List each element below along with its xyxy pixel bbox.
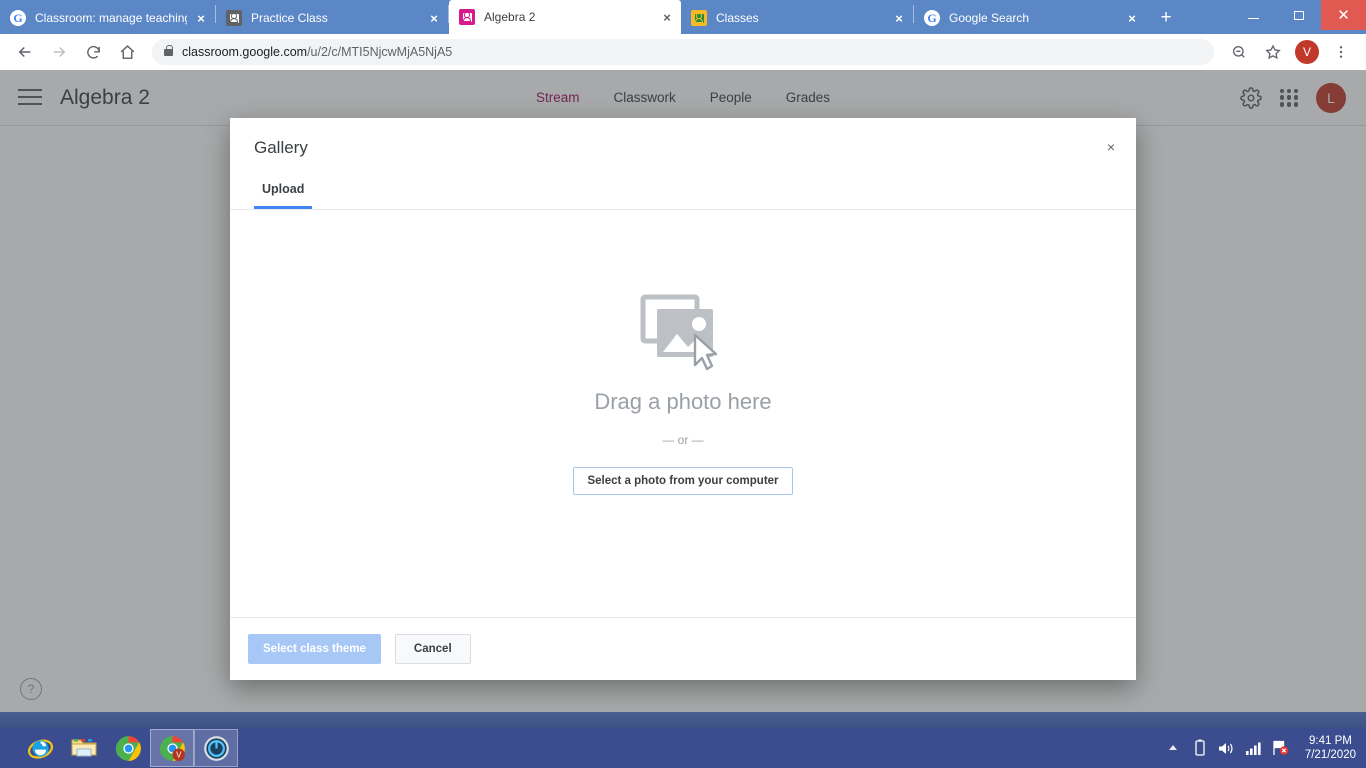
url-host: classroom.google.com: [182, 45, 308, 59]
battery-icon[interactable]: [1191, 739, 1209, 757]
forward-icon[interactable]: [45, 38, 73, 66]
desktop-background: [0, 712, 1366, 728]
dialog-tabs: Upload: [254, 182, 1112, 209]
clock-time: 9:41 PM: [1309, 734, 1352, 747]
tab-title: Classes: [716, 11, 759, 25]
windows-taskbar: V 9:41 PM 7/21/2020: [0, 728, 1366, 768]
browser-tab-4[interactable]: G Google Search ×: [914, 2, 1146, 34]
lock-icon: [164, 44, 173, 56]
drag-photo-text: Drag a photo here: [594, 388, 772, 414]
dialog-title: Gallery: [254, 138, 308, 157]
or-separator-text: — or —: [662, 432, 704, 447]
zoom-out-icon[interactable]: [1225, 38, 1253, 66]
close-icon[interactable]: ×: [1100, 136, 1122, 158]
address-bar[interactable]: classroom.google.com/u/2/c/MTI5NjcwMjA5N…: [152, 39, 1214, 65]
star-icon[interactable]: [1259, 38, 1287, 66]
dialog-footer: Select class theme Cancel: [230, 618, 1136, 680]
tab-close-icon[interactable]: ×: [657, 7, 677, 27]
taskbar-internet-explorer-icon[interactable]: [18, 729, 62, 767]
classroom-yellow-icon: [691, 10, 707, 26]
tab-upload[interactable]: Upload: [254, 182, 313, 209]
tab-close-icon[interactable]: ×: [889, 8, 909, 28]
browser-window: G Classroom: manage teaching an × Practi…: [0, 0, 1366, 712]
browser-tab-strip: G Classroom: manage teaching an × Practi…: [0, 0, 1366, 34]
browser-tab-0[interactable]: G Classroom: manage teaching an ×: [0, 2, 215, 34]
tab-title: Practice Class: [251, 11, 328, 25]
tab-title: Classroom: manage teaching an: [35, 11, 187, 25]
back-icon[interactable]: [11, 38, 39, 66]
taskbar-chrome-profile-v-icon[interactable]: V: [150, 729, 194, 767]
window-minimize-button[interactable]: [1231, 0, 1276, 30]
browser-tab-2-active[interactable]: Algebra 2 ×: [449, 0, 681, 34]
select-photo-button[interactable]: Select a photo from your computer: [573, 466, 793, 495]
clock-date: 7/21/2020: [1304, 749, 1356, 761]
classroom-gray-icon: [226, 10, 242, 26]
google-icon: G: [10, 10, 26, 26]
profile-avatar[interactable]: V: [1295, 40, 1319, 64]
system-tray: 9:41 PM 7/21/2020: [1164, 734, 1366, 763]
window-controls: ✕: [1231, 0, 1366, 30]
tab-title: Algebra 2: [484, 10, 536, 24]
new-tab-button[interactable]: +: [1152, 3, 1180, 31]
select-class-theme-button[interactable]: Select class theme: [248, 634, 381, 664]
signal-bars-icon[interactable]: [1245, 739, 1263, 757]
browser-tab-3[interactable]: Classes ×: [681, 2, 913, 34]
svg-text:V: V: [176, 750, 182, 759]
window-close-button[interactable]: ✕: [1321, 0, 1366, 30]
flag-error-icon[interactable]: [1272, 739, 1290, 757]
photo-library-icon: [639, 293, 727, 371]
dialog-header: Gallery × Upload: [230, 118, 1136, 209]
dialog-dropzone[interactable]: Drag a photo here — or — Select a photo …: [230, 210, 1136, 617]
tab-close-icon[interactable]: ×: [191, 8, 211, 28]
browser-toolbar: classroom.google.com/u/2/c/MTI5NjcwMjA5N…: [0, 34, 1366, 70]
taskbar-clock[interactable]: 9:41 PM 7/21/2020: [1305, 734, 1356, 763]
tab-title: Google Search: [949, 11, 1030, 25]
taskbar-media-player-icon[interactable]: [194, 729, 238, 767]
tab-close-icon[interactable]: ×: [424, 8, 444, 28]
gallery-dialog: Gallery × Upload Drag a photo here — or …: [230, 118, 1136, 680]
show-hidden-icons-button[interactable]: [1164, 739, 1182, 757]
window-maximize-button[interactable]: [1276, 0, 1321, 30]
google-icon: G: [924, 10, 940, 26]
browser-tab-1[interactable]: Practice Class ×: [216, 2, 448, 34]
reload-icon[interactable]: [79, 38, 107, 66]
tab-close-icon[interactable]: ×: [1122, 8, 1142, 28]
taskbar-chrome-icon[interactable]: [106, 729, 150, 767]
three-dot-menu-icon[interactable]: [1327, 38, 1355, 66]
url-path: /u/2/c/MTI5NjcwMjA5NjA5: [307, 45, 453, 59]
taskbar-file-explorer-icon[interactable]: [62, 729, 106, 767]
classroom-pink-icon: [459, 9, 475, 25]
speaker-icon[interactable]: [1218, 739, 1236, 757]
home-icon[interactable]: [113, 38, 141, 66]
cancel-button[interactable]: Cancel: [394, 634, 471, 664]
